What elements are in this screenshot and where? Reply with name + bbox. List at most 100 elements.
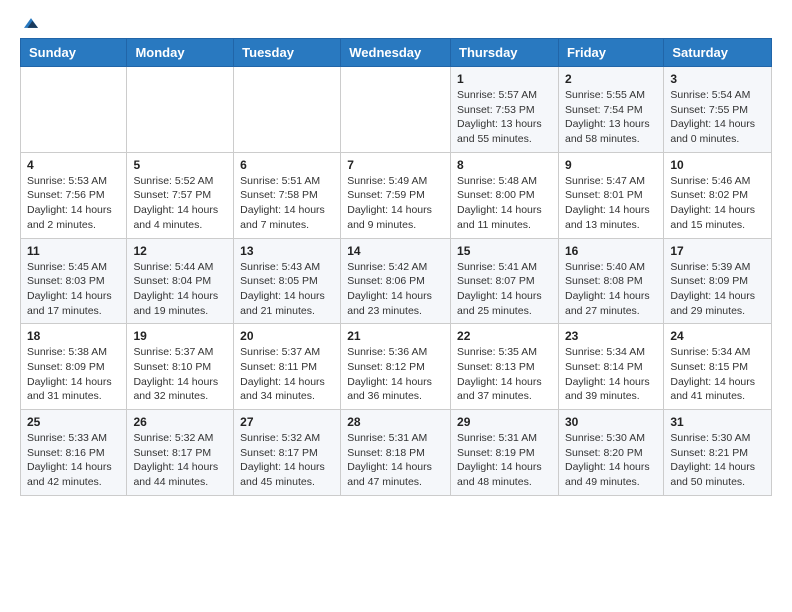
calendar-cell	[127, 67, 234, 153]
day-number: 30	[565, 415, 657, 429]
day-info: Sunrise: 5:40 AM Sunset: 8:08 PM Dayligh…	[565, 260, 657, 319]
day-number: 5	[133, 158, 227, 172]
day-number: 8	[457, 158, 552, 172]
day-number: 20	[240, 329, 334, 343]
day-number: 17	[670, 244, 765, 258]
calendar-cell	[341, 67, 451, 153]
calendar-cell: 12 Sunrise: 5:44 AM Sunset: 8:04 PM Dayli…	[127, 238, 234, 324]
weekday-header-sunday: Sunday	[21, 39, 127, 67]
day-info: Sunrise: 5:53 AM Sunset: 7:56 PM Dayligh…	[27, 174, 120, 233]
day-info: Sunrise: 5:36 AM Sunset: 8:12 PM Dayligh…	[347, 345, 444, 404]
calendar-cell: 5 Sunrise: 5:52 AM Sunset: 7:57 PM Daylig…	[127, 152, 234, 238]
day-number: 25	[27, 415, 120, 429]
day-info: Sunrise: 5:47 AM Sunset: 8:01 PM Dayligh…	[565, 174, 657, 233]
day-number: 4	[27, 158, 120, 172]
weekday-header-wednesday: Wednesday	[341, 39, 451, 67]
calendar-cell: 21 Sunrise: 5:36 AM Sunset: 8:12 PM Dayli…	[341, 324, 451, 410]
day-number: 11	[27, 244, 120, 258]
calendar-cell: 29 Sunrise: 5:31 AM Sunset: 8:19 PM Dayli…	[451, 410, 559, 496]
calendar-week-row: 1 Sunrise: 5:57 AM Sunset: 7:53 PM Daylig…	[21, 67, 772, 153]
weekday-header-friday: Friday	[558, 39, 663, 67]
day-number: 26	[133, 415, 227, 429]
day-number: 22	[457, 329, 552, 343]
day-info: Sunrise: 5:32 AM Sunset: 8:17 PM Dayligh…	[133, 431, 227, 490]
calendar-cell: 16 Sunrise: 5:40 AM Sunset: 8:08 PM Dayli…	[558, 238, 663, 324]
day-number: 12	[133, 244, 227, 258]
day-number: 13	[240, 244, 334, 258]
day-info: Sunrise: 5:42 AM Sunset: 8:06 PM Dayligh…	[347, 260, 444, 319]
calendar-table: SundayMondayTuesdayWednesdayThursdayFrid…	[20, 38, 772, 496]
day-number: 2	[565, 72, 657, 86]
day-info: Sunrise: 5:44 AM Sunset: 8:04 PM Dayligh…	[133, 260, 227, 319]
day-number: 9	[565, 158, 657, 172]
calendar-cell: 11 Sunrise: 5:45 AM Sunset: 8:03 PM Dayli…	[21, 238, 127, 324]
calendar-cell: 19 Sunrise: 5:37 AM Sunset: 8:10 PM Dayli…	[127, 324, 234, 410]
calendar-cell: 14 Sunrise: 5:42 AM Sunset: 8:06 PM Dayli…	[341, 238, 451, 324]
day-info: Sunrise: 5:41 AM Sunset: 8:07 PM Dayligh…	[457, 260, 552, 319]
day-number: 15	[457, 244, 552, 258]
calendar-cell: 6 Sunrise: 5:51 AM Sunset: 7:58 PM Daylig…	[234, 152, 341, 238]
weekday-header-saturday: Saturday	[664, 39, 772, 67]
day-number: 28	[347, 415, 444, 429]
calendar-cell: 31 Sunrise: 5:30 AM Sunset: 8:21 PM Dayli…	[664, 410, 772, 496]
calendar-cell: 8Sunrise: 5:48 AM Sunset: 8:00 PM Daylig…	[451, 152, 559, 238]
weekday-header-tuesday: Tuesday	[234, 39, 341, 67]
day-info: Sunrise: 5:32 AM Sunset: 8:17 PM Dayligh…	[240, 431, 334, 490]
calendar-cell: 20 Sunrise: 5:37 AM Sunset: 8:11 PM Dayli…	[234, 324, 341, 410]
day-number: 6	[240, 158, 334, 172]
weekday-header-monday: Monday	[127, 39, 234, 67]
logo	[20, 16, 38, 30]
calendar-cell: 26 Sunrise: 5:32 AM Sunset: 8:17 PM Dayli…	[127, 410, 234, 496]
day-number: 1	[457, 72, 552, 86]
day-info: Sunrise: 5:31 AM Sunset: 8:19 PM Dayligh…	[457, 431, 552, 490]
calendar-cell: 7 Sunrise: 5:49 AM Sunset: 7:59 PM Daylig…	[341, 152, 451, 238]
calendar-cell: 25 Sunrise: 5:33 AM Sunset: 8:16 PM Dayli…	[21, 410, 127, 496]
day-number: 29	[457, 415, 552, 429]
calendar-week-row: 18Sunrise: 5:38 AM Sunset: 8:09 PM Dayli…	[21, 324, 772, 410]
day-info: Sunrise: 5:31 AM Sunset: 8:18 PM Dayligh…	[347, 431, 444, 490]
day-info: Sunrise: 5:52 AM Sunset: 7:57 PM Dayligh…	[133, 174, 227, 233]
calendar-cell: 9 Sunrise: 5:47 AM Sunset: 8:01 PM Daylig…	[558, 152, 663, 238]
calendar-cell: 27Sunrise: 5:32 AM Sunset: 8:17 PM Dayli…	[234, 410, 341, 496]
day-info: Sunrise: 5:49 AM Sunset: 7:59 PM Dayligh…	[347, 174, 444, 233]
calendar-cell: 17 Sunrise: 5:39 AM Sunset: 8:09 PM Dayli…	[664, 238, 772, 324]
day-info: Sunrise: 5:57 AM Sunset: 7:53 PM Dayligh…	[457, 88, 552, 147]
calendar-cell: 4 Sunrise: 5:53 AM Sunset: 7:56 PM Daylig…	[21, 152, 127, 238]
day-number: 3	[670, 72, 765, 86]
day-info: Sunrise: 5:55 AM Sunset: 7:54 PM Dayligh…	[565, 88, 657, 147]
calendar-cell: 13 Sunrise: 5:43 AM Sunset: 8:05 PM Dayli…	[234, 238, 341, 324]
calendar-cell: 23Sunrise: 5:34 AM Sunset: 8:14 PM Dayli…	[558, 324, 663, 410]
day-info: Sunrise: 5:46 AM Sunset: 8:02 PM Dayligh…	[670, 174, 765, 233]
calendar-week-row: 25 Sunrise: 5:33 AM Sunset: 8:16 PM Dayli…	[21, 410, 772, 496]
day-info: Sunrise: 5:35 AM Sunset: 8:13 PM Dayligh…	[457, 345, 552, 404]
calendar-cell: 30Sunrise: 5:30 AM Sunset: 8:20 PM Dayli…	[558, 410, 663, 496]
day-info: Sunrise: 5:37 AM Sunset: 8:11 PM Dayligh…	[240, 345, 334, 404]
day-info: Sunrise: 5:37 AM Sunset: 8:10 PM Dayligh…	[133, 345, 227, 404]
day-number: 14	[347, 244, 444, 258]
calendar-cell: 1 Sunrise: 5:57 AM Sunset: 7:53 PM Daylig…	[451, 67, 559, 153]
calendar-cell: 28 Sunrise: 5:31 AM Sunset: 8:18 PM Dayli…	[341, 410, 451, 496]
weekday-header-thursday: Thursday	[451, 39, 559, 67]
day-number: 21	[347, 329, 444, 343]
day-info: Sunrise: 5:45 AM Sunset: 8:03 PM Dayligh…	[27, 260, 120, 319]
day-info: Sunrise: 5:33 AM Sunset: 8:16 PM Dayligh…	[27, 431, 120, 490]
calendar-cell: 10Sunrise: 5:46 AM Sunset: 8:02 PM Dayli…	[664, 152, 772, 238]
day-info: Sunrise: 5:30 AM Sunset: 8:21 PM Dayligh…	[670, 431, 765, 490]
logo-icon	[24, 16, 38, 30]
page: SundayMondayTuesdayWednesdayThursdayFrid…	[0, 0, 792, 512]
day-number: 31	[670, 415, 765, 429]
day-info: Sunrise: 5:39 AM Sunset: 8:09 PM Dayligh…	[670, 260, 765, 319]
calendar-cell: 2 Sunrise: 5:55 AM Sunset: 7:54 PM Daylig…	[558, 67, 663, 153]
day-number: 23	[565, 329, 657, 343]
day-number: 18	[27, 329, 120, 343]
day-info: Sunrise: 5:51 AM Sunset: 7:58 PM Dayligh…	[240, 174, 334, 233]
day-number: 16	[565, 244, 657, 258]
calendar-header-row: SundayMondayTuesdayWednesdayThursdayFrid…	[21, 39, 772, 67]
calendar-cell	[234, 67, 341, 153]
calendar-cell: 3Sunrise: 5:54 AM Sunset: 7:55 PM Daylig…	[664, 67, 772, 153]
day-number: 7	[347, 158, 444, 172]
day-info: Sunrise: 5:43 AM Sunset: 8:05 PM Dayligh…	[240, 260, 334, 319]
day-number: 19	[133, 329, 227, 343]
day-number: 24	[670, 329, 765, 343]
calendar-week-row: 4 Sunrise: 5:53 AM Sunset: 7:56 PM Daylig…	[21, 152, 772, 238]
